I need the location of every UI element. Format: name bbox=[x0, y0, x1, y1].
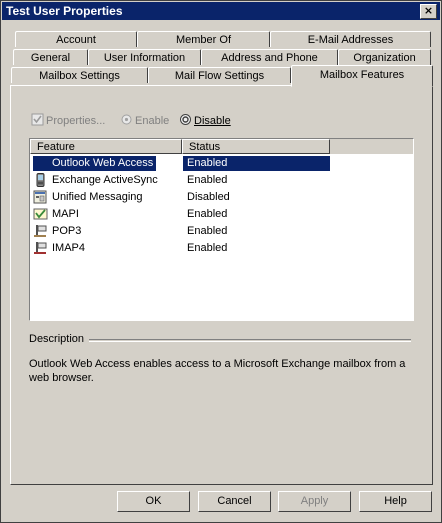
enable-icon bbox=[121, 114, 132, 125]
close-icon: × bbox=[423, 4, 434, 17]
apply-button[interactable]: Apply bbox=[278, 491, 351, 512]
tab-label: Account bbox=[56, 34, 96, 46]
description-label: Description bbox=[29, 333, 85, 345]
close-button[interactable]: × bbox=[420, 4, 437, 19]
feature-status: Enabled bbox=[187, 225, 228, 237]
tab-label: E-Mail Addresses bbox=[307, 34, 394, 46]
window-title: Test User Properties bbox=[6, 4, 123, 18]
list-item-exchange-activesync[interactable]: Exchange ActiveSync Enabled bbox=[30, 172, 413, 189]
feature-status: Enabled bbox=[187, 174, 228, 186]
column-label: Feature bbox=[37, 141, 75, 153]
cancel-button[interactable]: Cancel bbox=[198, 491, 271, 512]
properties-button[interactable]: Properties... bbox=[31, 113, 105, 127]
column-label: Status bbox=[189, 141, 221, 153]
tab-general[interactable]: General bbox=[13, 49, 88, 65]
list-item-unified-messaging[interactable]: Unified Messaging Disabled bbox=[30, 189, 413, 206]
tab-label: Member Of bbox=[175, 34, 231, 46]
disable-label: Disable bbox=[194, 115, 231, 127]
properties-icon bbox=[31, 113, 44, 126]
list-header: Feature Status bbox=[30, 139, 413, 154]
tab-member-of[interactable]: Member Of bbox=[137, 31, 270, 47]
tab-label: Mailbox Features bbox=[319, 69, 405, 81]
title-bar: Test User Properties × bbox=[2, 2, 440, 20]
tab-label: Mail Flow Settings bbox=[174, 70, 265, 82]
tab-mailbox-features[interactable]: Mailbox Features bbox=[291, 65, 433, 87]
tab-label: Organization bbox=[353, 52, 416, 64]
tab-mail-flow-settings[interactable]: Mail Flow Settings bbox=[148, 67, 291, 83]
tab-email-addresses[interactable]: E-Mail Addresses bbox=[270, 31, 431, 47]
feature-status: Disabled bbox=[187, 191, 230, 203]
feature-status: Enabled bbox=[187, 242, 228, 254]
tab-address-and-phone[interactable]: Address and Phone bbox=[201, 49, 338, 65]
disable-icon bbox=[180, 114, 191, 125]
description-divider bbox=[89, 339, 411, 342]
feature-list[interactable]: Feature Status Outlook Web Access Enable… bbox=[29, 138, 414, 321]
feature-name: POP3 bbox=[52, 225, 82, 237]
tab-organization[interactable]: Organization bbox=[338, 49, 431, 65]
feature-name: Outlook Web Access bbox=[33, 156, 157, 171]
tab-label: Address and Phone bbox=[221, 52, 318, 64]
column-header-status[interactable]: Status bbox=[182, 139, 330, 154]
tab-account[interactable]: Account bbox=[15, 31, 137, 47]
tab-label: User Information bbox=[103, 52, 186, 64]
tab-user-information[interactable]: User Information bbox=[88, 49, 201, 65]
list-item-imap4[interactable]: IMAP4 Enabled bbox=[30, 240, 413, 257]
description-text: Outlook Web Access enables access to a M… bbox=[29, 358, 406, 384]
list-item-pop3[interactable]: POP3 Enabled bbox=[30, 223, 413, 240]
ok-button[interactable]: OK bbox=[117, 491, 190, 512]
enable-label: Enable bbox=[135, 115, 170, 127]
feature-name: MAPI bbox=[52, 208, 79, 220]
list-item-outlook-web-access[interactable]: Outlook Web Access Enabled bbox=[30, 155, 413, 172]
feature-status: Enabled bbox=[183, 156, 330, 171]
tab-mailbox-settings[interactable]: Mailbox Settings bbox=[11, 67, 148, 83]
tab-label: Mailbox Settings bbox=[39, 70, 120, 82]
feature-name: IMAP4 bbox=[52, 242, 86, 254]
column-header-feature[interactable]: Feature bbox=[30, 139, 182, 154]
feature-name: Unified Messaging bbox=[52, 191, 143, 203]
feature-status: Enabled bbox=[187, 208, 228, 220]
enable-button[interactable]: Enable bbox=[120, 113, 169, 127]
properties-label: Properties... bbox=[46, 115, 106, 127]
disable-button[interactable]: Disable bbox=[179, 113, 231, 127]
properties-dialog: Test User Properties × Account Member Of… bbox=[0, 0, 442, 523]
list-item-mapi[interactable]: MAPI Enabled bbox=[30, 206, 413, 223]
tab-label: General bbox=[30, 52, 71, 64]
feature-name: Exchange ActiveSync bbox=[52, 174, 158, 186]
help-button[interactable]: Help bbox=[359, 491, 432, 512]
